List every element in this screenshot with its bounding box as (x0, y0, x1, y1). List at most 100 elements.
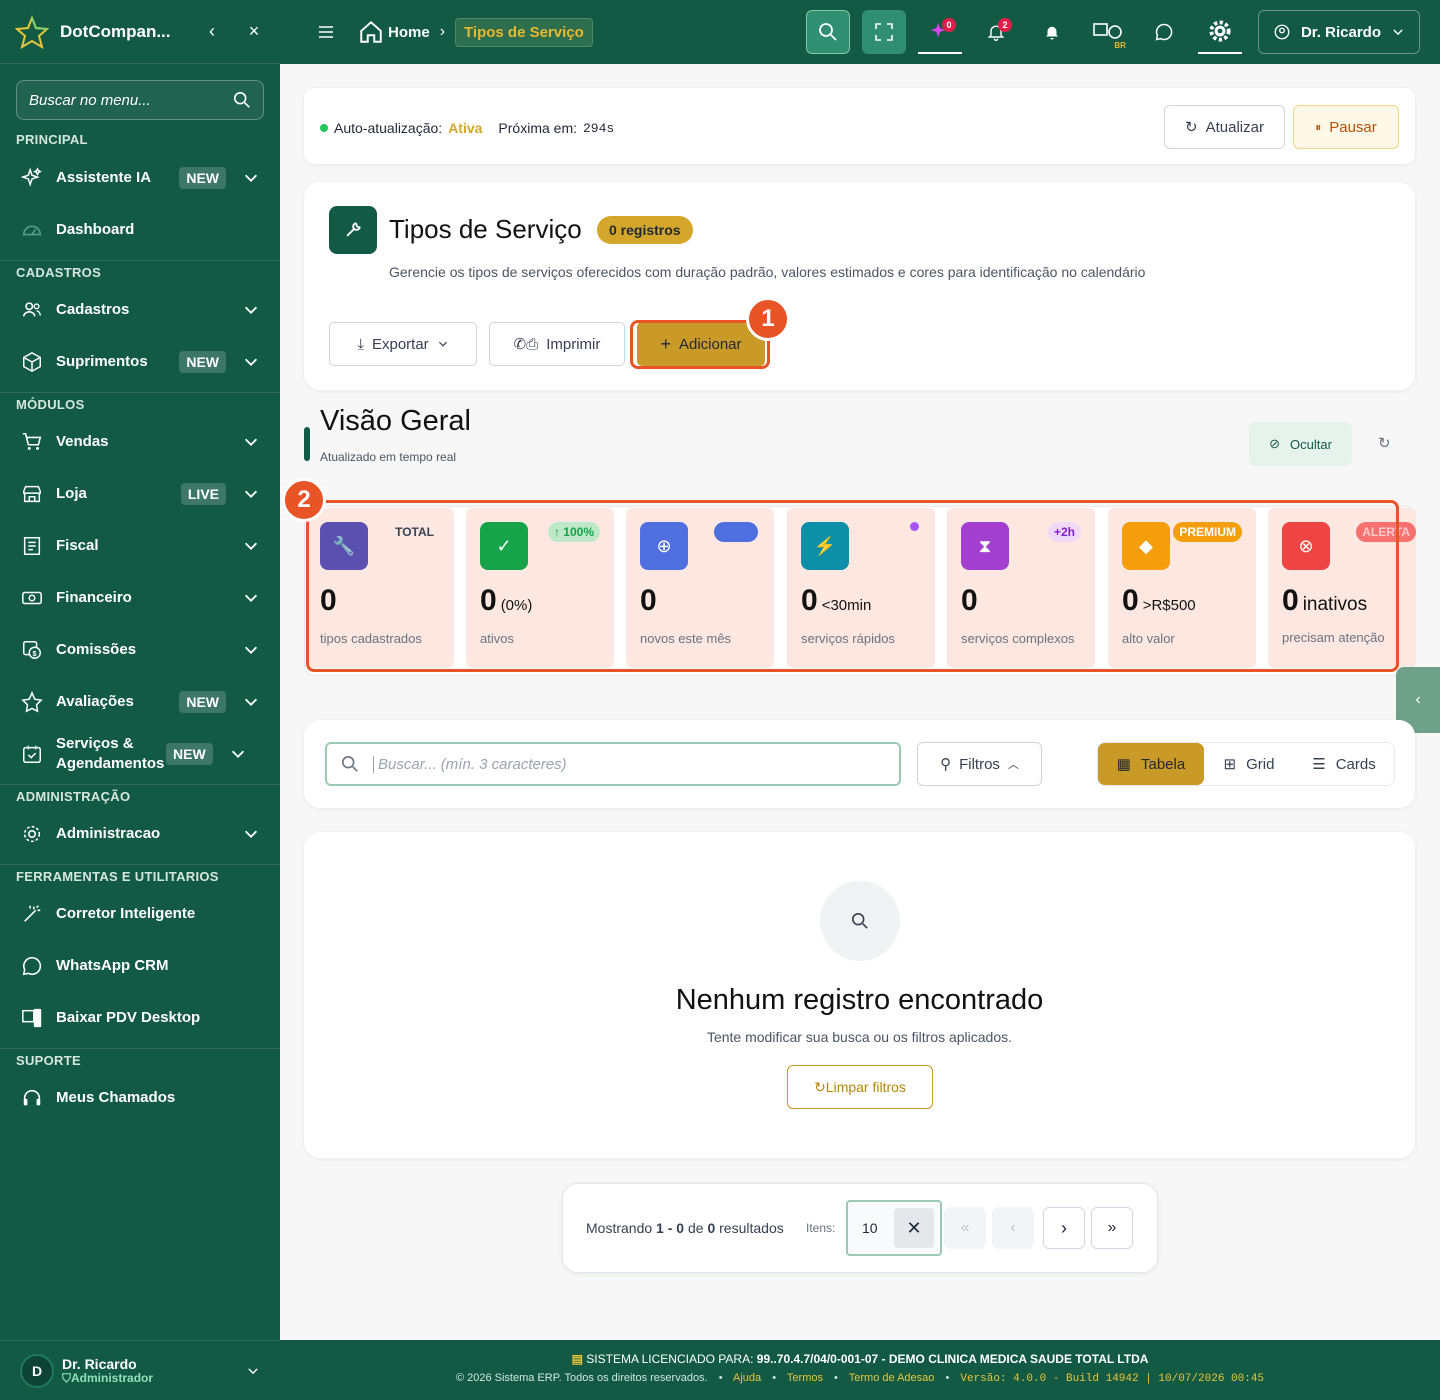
refresh-overview-icon[interactable]: ↻ (1378, 434, 1398, 454)
search-icon (820, 881, 900, 961)
view-grid-button[interactable]: ⊞ Grid (1204, 743, 1294, 785)
menu-icon[interactable] (316, 22, 336, 42)
sidebar-item-corretor[interactable]: Corretor Inteligente (0, 888, 280, 940)
sidebar-item-cadastros[interactable]: Cadastros (0, 284, 280, 336)
fullscreen-button[interactable] (861, 10, 906, 54)
clear-page-size-icon[interactable]: ✕ (894, 1208, 934, 1248)
chevron-down-icon (244, 830, 258, 838)
next-page-button[interactable]: › (1043, 1207, 1085, 1249)
language-button[interactable]: BR (1086, 10, 1130, 54)
close-sidebar-button[interactable]: × (242, 21, 266, 42)
ai-search-button[interactable] (805, 10, 850, 54)
chevron-down-icon (244, 542, 258, 550)
sidebar-item-suprimentos[interactable]: Suprimentos NEW (0, 336, 280, 388)
sidebar-item-financeiro[interactable]: Financeiro (0, 572, 280, 624)
sidebar-item-loja[interactable]: Loja LIVE (0, 468, 280, 520)
export-button-label: Exportar (371, 335, 429, 353)
new-badge: NEW (166, 743, 213, 765)
pause-button[interactable]: ⏸ Pausar (1293, 105, 1399, 149)
sidebar-item-administracao[interactable]: Administracao (0, 808, 280, 860)
prev-page-button[interactable]: ‹ (992, 1207, 1034, 1249)
hide-button-label: Ocultar (1290, 436, 1332, 452)
copyright: © 2026 Sistema ERP. Todos os direitos re… (455, 1372, 708, 1384)
settings-button[interactable] (1197, 10, 1242, 54)
language-code: BR (1114, 41, 1126, 50)
translate-icon (1093, 23, 1122, 39)
grid-icon: ⊞ (1223, 756, 1237, 773)
step-marker-2: 2 (282, 478, 326, 522)
sidebar-item-dashboard[interactable]: Dashboard (0, 204, 280, 256)
view-table-button[interactable]: ▦ Tabela (1098, 743, 1204, 785)
update-button[interactable]: ↻ Atualizar (1164, 105, 1285, 149)
commission-icon: $ (20, 638, 44, 662)
sidebar-item-assistente-ia[interactable]: Assistente IA NEW (0, 152, 280, 204)
footer-link-ajuda[interactable]: Ajuda (733, 1372, 761, 1384)
user-circle-icon (1274, 24, 1290, 40)
pause-button-label: Pausar (1329, 118, 1377, 136)
view-cards-button[interactable]: ☰ Cards (1294, 743, 1394, 785)
sidebar-item-label: Dashboard (56, 221, 135, 238)
footer-link-termos[interactable]: Termos (787, 1372, 823, 1384)
brand-name: DotCompan... (60, 21, 171, 41)
page-size-select[interactable]: 10 ✕ (846, 1200, 942, 1256)
section-cadastros: CADASTROS (0, 260, 280, 284)
records-search-input[interactable]: Buscar... (mín. 3 caracteres) (325, 742, 901, 786)
table-icon: ▦ (1116, 756, 1131, 773)
sidebar-item-label: Vendas (56, 433, 109, 450)
whatsapp-button[interactable] (1142, 10, 1186, 54)
clear-filters-button[interactable]: ↻ Limpar filtros (787, 1065, 933, 1109)
chevron-down-icon (231, 750, 244, 758)
sidebar-item-label: Loja (56, 485, 87, 502)
ai-notifications-button[interactable]: 0 (917, 10, 962, 54)
chevron-down-icon (244, 438, 258, 446)
sidebar-item-avaliacoes[interactable]: Avaliações NEW (0, 676, 280, 728)
section-ferramentas: FERRAMENTAS E UTILITARIOS (0, 864, 280, 888)
logo-star-icon (14, 14, 50, 50)
refresh-icon: ↻ (814, 1078, 826, 1095)
magic-wand-icon (20, 902, 44, 926)
sidebar-item-comissoes[interactable]: $ Comissões (0, 624, 280, 676)
sidebar-item-pdv[interactable]: Baixar PDV Desktop (0, 992, 280, 1044)
print-button[interactable]: ✆⎙ Imprimir (489, 322, 625, 366)
filter-icon: ⚲ (940, 756, 952, 773)
breadcrumb-separator-icon: › (439, 23, 446, 40)
sparkles-icon (20, 166, 44, 190)
sidebar-item-label: Administracao (56, 825, 161, 842)
user-menu-button[interactable]: Dr. Ricardo (1257, 10, 1420, 54)
last-page-button[interactable]: » (1091, 1207, 1133, 1249)
sidebar-item-chamados[interactable]: Meus Chamados (0, 1072, 280, 1124)
section-modulos: MÓDULOS (0, 392, 280, 416)
notifications-button[interactable]: 2 (974, 10, 1018, 54)
pause-icon: ⏸ (1315, 119, 1322, 134)
sidebar-item-vendas[interactable]: Vendas (0, 416, 280, 468)
sidebar-item-fiscal[interactable]: Fiscal (0, 520, 280, 572)
page-description: Gerencie os tipos de serviços oferecidos… (389, 264, 1146, 280)
search-icon (233, 91, 250, 108)
search-icon (341, 755, 358, 772)
page-header-card: Tipos de Serviço 0 registros Gerencie os… (304, 182, 1415, 390)
footer-link-termo-adesao[interactable]: Termo de Adesao (849, 1372, 935, 1384)
chevron-down-icon[interactable] (246, 1364, 260, 1378)
export-button[interactable]: ⤓ Exportar (329, 322, 477, 366)
chevron-down-icon (438, 341, 447, 347)
first-page-button[interactable]: « (944, 1207, 986, 1249)
collapse-sidebar-button[interactable]: ‹ (200, 21, 224, 42)
hide-overview-button[interactable]: ⊘ Ocultar (1249, 422, 1352, 466)
sidebar-item-servicos[interactable]: Serviços & Agendamentos NEW (0, 728, 280, 780)
print-button-label: Imprimir (546, 335, 601, 353)
filters-button[interactable]: ⚲ Filtros ︿ (917, 742, 1042, 786)
menu-search-input[interactable]: Buscar no menu... (16, 80, 264, 120)
next-refresh-value: 294s (583, 120, 615, 136)
sidebar-item-whatsapp[interactable]: WhatsApp CRM (0, 940, 280, 992)
download-icon: ⤓ (357, 335, 364, 353)
sidebar-user[interactable]: D Dr. Ricardo ⛉Administrador (0, 1340, 280, 1400)
breadcrumb-home[interactable]: Home (388, 24, 430, 41)
alerts-button[interactable] (1030, 10, 1074, 54)
status-dot (320, 124, 328, 132)
chevron-down-icon (244, 306, 258, 314)
chevron-down-icon (244, 698, 258, 706)
section-administracao: ADMINISTRAÇÃO (0, 784, 280, 808)
calendar-check-icon (20, 742, 44, 766)
of-label: de (687, 1220, 704, 1236)
sidebar-item-label: Corretor Inteligente (56, 905, 196, 922)
